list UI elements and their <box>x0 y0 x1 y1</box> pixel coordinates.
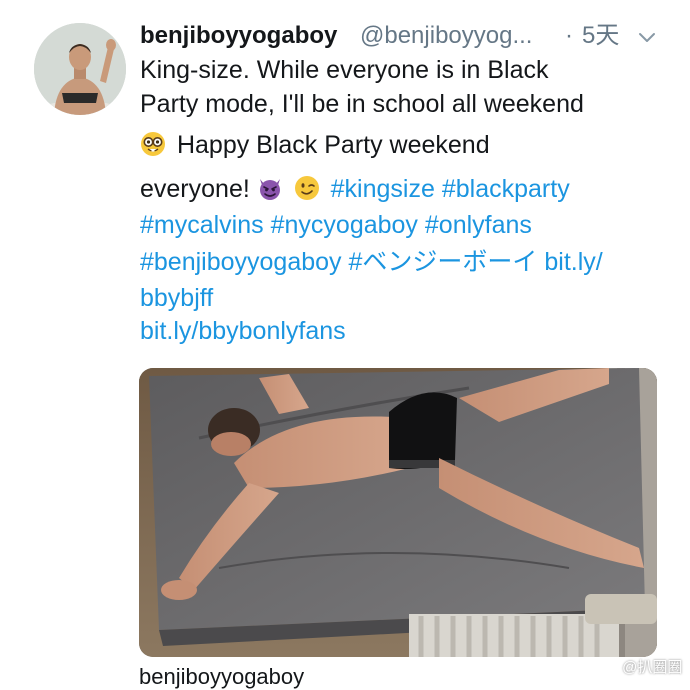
tweet-text-line: King-size. While everyone is in Black <box>140 53 680 87</box>
hashtag-link[interactable]: #nycyogaboy <box>271 211 418 239</box>
photo-illustration <box>139 368 657 657</box>
url-link[interactable]: bbybjff <box>140 284 213 312</box>
smiling-imp-emoji <box>259 179 280 200</box>
tweet-text-line: #benjiboyyogaboy #ベンジーボーイ bit.ly/ <box>140 245 680 279</box>
tweet-text: Party mode, I'll be in school all weeken… <box>140 90 584 118</box>
tweet-text: King-size. While everyone is in Black <box>140 56 549 84</box>
tweet-text-line: bbybjff <box>140 281 680 315</box>
tweet-timestamp[interactable]: 5天 <box>582 18 619 54</box>
hashtag-link[interactable]: #ベンジーボーイ <box>349 248 538 276</box>
link-card-title[interactable]: benjiboyyogaboy <box>139 664 304 690</box>
chevron-down-icon[interactable] <box>637 27 657 47</box>
avatar[interactable] <box>34 23 126 115</box>
user-handle[interactable]: @benjiboyyog... <box>360 18 532 54</box>
hashtag-link[interactable]: #benjiboyyogaboy <box>140 248 342 276</box>
watermark-text: @扒圈圈 <box>622 659 683 676</box>
tweet-text: everyone! <box>140 175 250 203</box>
url-link[interactable]: bit.ly/ <box>544 248 602 276</box>
tweet-media-photo[interactable] <box>139 368 657 657</box>
separator-dot: · <box>565 22 573 49</box>
tweet-text-line: Happy Black Party weekend <box>140 128 680 162</box>
tweet-text-line: everyone! #kingsize #blackparty <box>140 172 680 206</box>
tweet-header: benjiboyyogaboy @benjiboyyog... · 5天 <box>140 18 670 54</box>
tweet-text: Happy Black Party weekend <box>176 131 490 159</box>
winking-face-emoji <box>294 176 319 200</box>
tweet-text-line: bit.ly/bbybonlyfans <box>140 314 680 348</box>
hashtag-link[interactable]: #onlyfans <box>425 211 532 239</box>
weibo-watermark: @扒圈圈 <box>596 656 682 680</box>
hashtag-link[interactable]: #mycalvins <box>140 211 264 239</box>
display-name[interactable]: benjiboyyogaboy <box>140 18 337 54</box>
url-link[interactable]: bit.ly/bbybonlyfans <box>140 317 346 345</box>
avatar-photo <box>34 23 126 115</box>
tweet-text-line: #mycalvins #nycyogaboy #onlyfans <box>140 208 680 242</box>
weibo-logo-icon <box>596 659 617 675</box>
hashtag-link[interactable]: #blackparty <box>442 175 570 203</box>
tweet: benjiboyyogaboy @benjiboyyog... · 5天 Kin… <box>0 0 690 690</box>
hashtag-link[interactable]: #kingsize <box>331 175 435 203</box>
nerd-face-emoji <box>141 132 165 156</box>
tweet-text-line: Party mode, I'll be in school all weeken… <box>140 87 680 121</box>
